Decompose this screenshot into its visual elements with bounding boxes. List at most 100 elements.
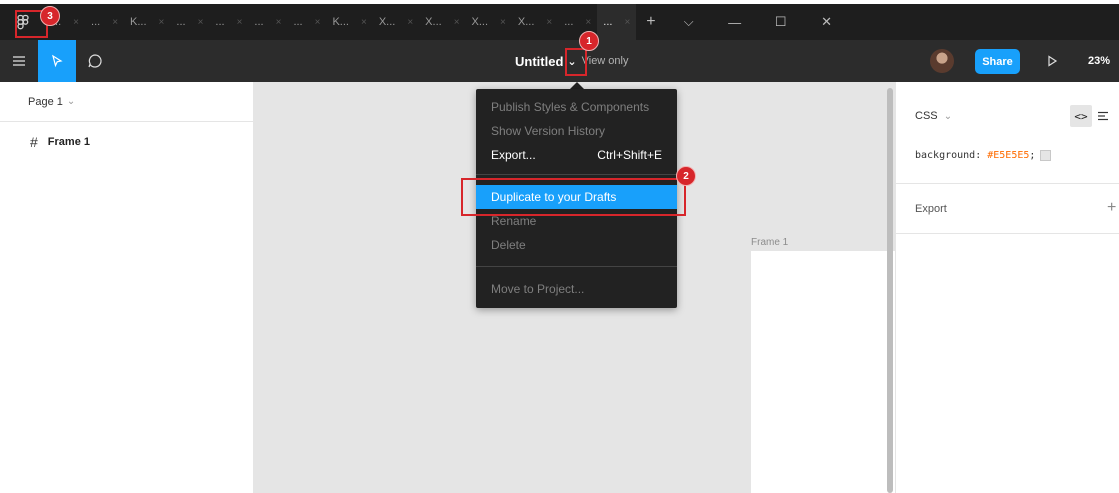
css-property: background:	[915, 150, 982, 161]
tab-close-icon[interactable]: ×	[500, 17, 506, 28]
tab-label: K...	[130, 16, 147, 28]
tab-label: ...	[293, 16, 303, 28]
share-button[interactable]: Share	[975, 49, 1020, 74]
file-tab[interactable]: X... ×	[373, 4, 419, 40]
page-selector[interactable]: Page 1 ⌄	[0, 82, 253, 122]
tab-label: ...	[603, 16, 613, 28]
file-tab[interactable]: ... ×	[85, 4, 124, 40]
frame[interactable]	[751, 251, 895, 493]
menu-item-show-version-history: Show Version History	[476, 119, 677, 143]
tab-close-icon[interactable]: ×	[407, 17, 413, 28]
tab-close-icon[interactable]: ×	[546, 17, 552, 28]
menu-item-label: Publish Styles & Components	[491, 100, 650, 114]
menu-item-label: Export...	[491, 148, 536, 162]
menu-item-publish-styles: Publish Styles & Components	[476, 95, 677, 119]
file-tab[interactable]: ... ×	[248, 4, 287, 40]
file-tab[interactable]: ... ×	[170, 4, 209, 40]
layer-label: Frame 1	[47, 136, 90, 148]
annotation-badge-1: 1	[579, 31, 599, 51]
tab-label: K...	[332, 16, 349, 28]
tab-close-icon[interactable]: ×	[198, 17, 204, 28]
move-tool-cursor-icon[interactable]	[38, 40, 76, 82]
export-label: Export	[915, 202, 947, 215]
annotation-box-2	[461, 178, 686, 216]
css-semicolon: ;	[1029, 150, 1036, 161]
page-selector-label: Page 1	[28, 95, 63, 108]
tab-overflow-chevron-icon[interactable]: ⌵	[666, 14, 712, 30]
css-value[interactable]: #E5E5E5	[987, 150, 1029, 161]
document-title-text: Untitled	[515, 53, 564, 69]
new-tab-plus-icon[interactable]: +	[636, 13, 665, 31]
menu-item-delete: Delete	[476, 233, 677, 257]
menu-divider	[476, 266, 677, 267]
tab-label: ...	[254, 16, 264, 28]
view-only-label: View only	[581, 55, 629, 67]
code-view-icon[interactable]: <>	[1070, 105, 1092, 127]
main-menu-hamburger-icon[interactable]	[0, 40, 38, 82]
annotation-badge-3: 3	[40, 6, 60, 26]
menu-item-move-to-project: Move to Project...	[476, 277, 677, 301]
file-tab[interactable]: X... ×	[419, 4, 465, 40]
menu-item-export[interactable]: Export... Ctrl+Shift+E	[476, 143, 677, 167]
chevron-down-icon: ⌄	[66, 96, 76, 107]
tab-close-icon[interactable]: ×	[73, 17, 79, 28]
tab-close-icon[interactable]: ×	[361, 17, 367, 28]
frame-label[interactable]: Frame 1	[751, 237, 788, 248]
code-language-selector[interactable]: CSS ⌄	[915, 110, 952, 122]
menu-item-label: Show Version History	[491, 124, 606, 138]
tab-close-icon[interactable]: ×	[112, 17, 118, 28]
menu-divider	[476, 174, 677, 175]
annotation-box-1	[565, 48, 587, 76]
menu-caret	[570, 82, 584, 89]
tab-label: X...	[378, 16, 396, 28]
add-export-plus-icon[interactable]: +	[1107, 199, 1116, 217]
maximize-icon[interactable]: ☐	[758, 14, 804, 30]
menu-item-label: Move to Project...	[491, 282, 585, 296]
toolbar: Untitled ⌄ View only Share 23%	[0, 40, 1119, 82]
minimize-icon[interactable]: —	[712, 15, 758, 30]
file-tab[interactable]: K... ×	[326, 4, 372, 40]
inspect-panel: CSS ⌄ <> background: #E5E5E5 ; Export +	[895, 82, 1119, 493]
tab-close-icon[interactable]: ×	[237, 17, 243, 28]
menu-item-shortcut: Ctrl+Shift+E	[597, 148, 662, 162]
code-language-label: CSS	[915, 110, 938, 122]
color-swatch	[1040, 150, 1052, 161]
tab-close-icon[interactable]: ×	[454, 17, 460, 28]
css-background-line: background: #E5E5E5 ;	[915, 150, 1052, 161]
file-tab[interactable]: X... ×	[466, 4, 512, 40]
tab-label: X...	[471, 16, 489, 28]
tab-close-icon[interactable]: ×	[585, 17, 591, 28]
tab-label: X...	[517, 16, 535, 28]
annotation-badge-2: 2	[676, 166, 696, 186]
menu-item-label: Rename	[491, 214, 537, 228]
tab-bar: ... × ... × K... × ... × ... × ... × ... × K...…	[0, 4, 1119, 40]
file-tab[interactable]: ... ×	[287, 4, 326, 40]
list-view-icon[interactable]	[1097, 105, 1109, 127]
frame-icon: #	[30, 134, 38, 150]
chevron-down-icon: ⌄	[943, 111, 953, 122]
file-tab[interactable]: K... ×	[124, 4, 170, 40]
present-play-icon[interactable]	[1046, 40, 1058, 82]
tab-label: X...	[425, 16, 442, 28]
tab-close-icon[interactable]: ×	[624, 17, 630, 28]
tab-label: ...	[564, 16, 574, 28]
tab-close-icon[interactable]: ×	[159, 17, 165, 28]
close-window-icon[interactable]: ✕	[804, 14, 850, 30]
comment-tool-icon[interactable]	[76, 40, 114, 82]
tab-close-icon[interactable]: ×	[315, 17, 321, 28]
file-tab-active[interactable]: ... ×	[597, 4, 637, 40]
tab-close-icon[interactable]: ×	[276, 17, 282, 28]
file-tab[interactable]: X... ×	[512, 4, 558, 40]
menu-item-label: Delete	[491, 238, 526, 252]
canvas-scrollbar[interactable]	[887, 88, 893, 493]
tab-label: ...	[91, 16, 101, 28]
zoom-level[interactable]: 23%	[1088, 40, 1110, 82]
tab-label: ...	[215, 16, 225, 28]
tab-label: ...	[176, 16, 186, 28]
file-tab[interactable]: ... ×	[209, 4, 248, 40]
export-section: Export +	[896, 184, 1119, 234]
css-section: CSS ⌄ <> background: #E5E5E5 ;	[896, 82, 1119, 184]
avatar[interactable]	[930, 49, 954, 73]
layer-item-frame[interactable]: # Frame 1	[0, 126, 253, 158]
figma-window: ... × ... × K... × ... × ... × ... × ... × K...…	[0, 0, 1119, 493]
